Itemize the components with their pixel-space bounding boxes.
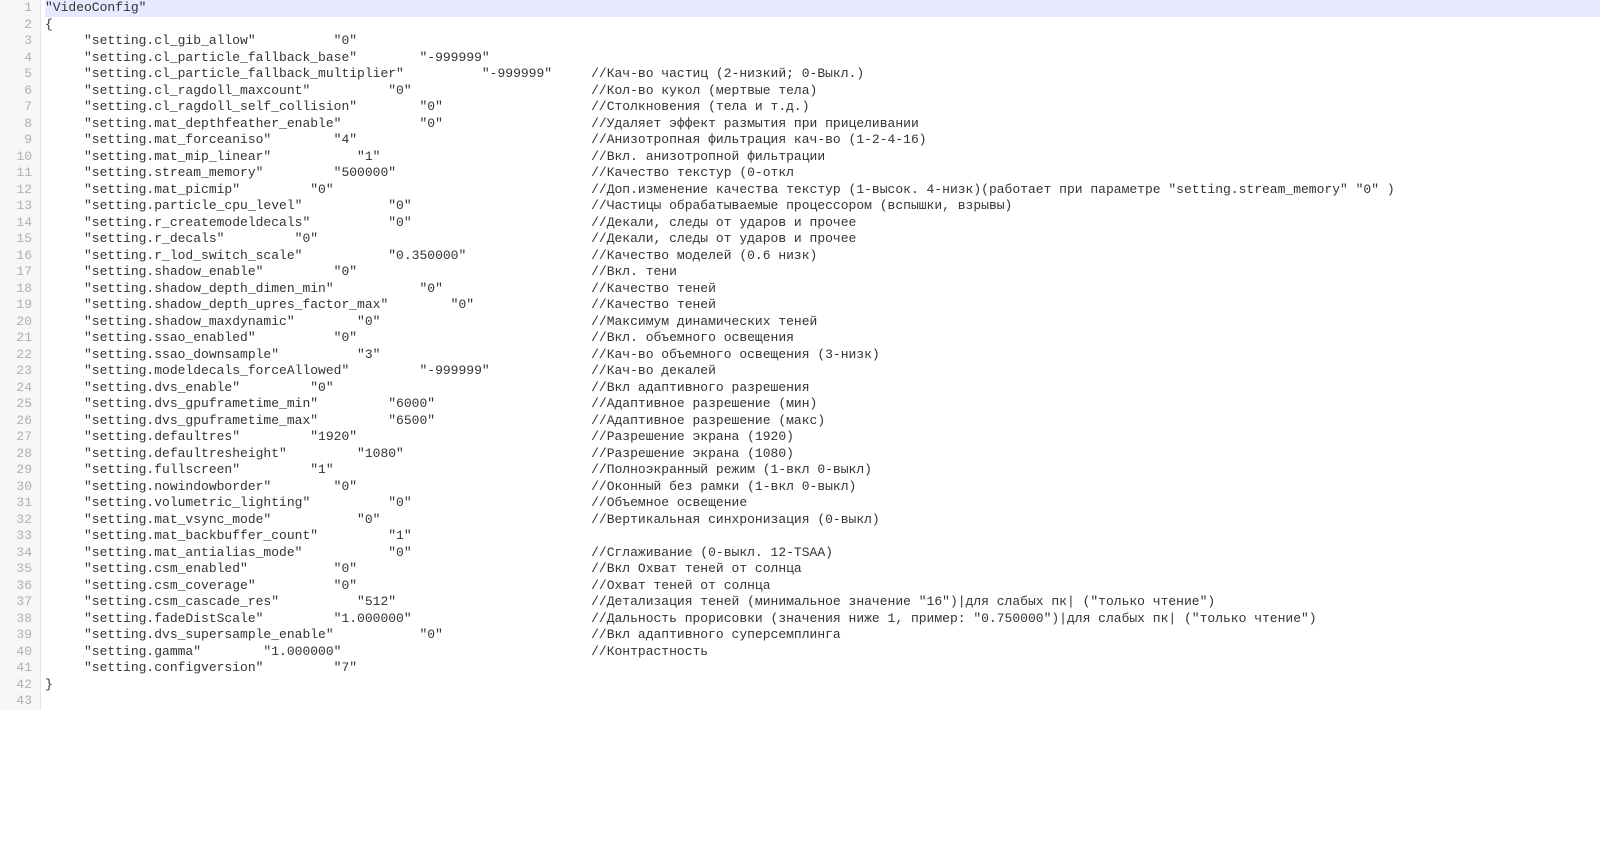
code-line[interactable]: "setting.dvs_gpuframetime_min" "6000" //… [45, 396, 1600, 413]
code-line[interactable]: "setting.gamma" "1.000000" //Контрастнос… [45, 644, 1600, 661]
code-editor[interactable]: 1234567891011121314151617181920212223242… [0, 0, 1600, 710]
line-number: 24 [4, 380, 32, 397]
line-number: 20 [4, 314, 32, 331]
line-number: 33 [4, 528, 32, 545]
code-line[interactable]: "setting.cl_gib_allow" "0" [45, 33, 1600, 50]
line-number: 37 [4, 594, 32, 611]
line-number: 11 [4, 165, 32, 182]
code-line[interactable] [45, 693, 1600, 710]
line-number: 15 [4, 231, 32, 248]
line-number: 25 [4, 396, 32, 413]
code-line[interactable]: "setting.csm_cascade_res" "512" //Детали… [45, 594, 1600, 611]
code-line[interactable]: "setting.shadow_enable" "0" //Вкл. тени [45, 264, 1600, 281]
line-number: 3 [4, 33, 32, 50]
code-line[interactable]: "setting.fadeDistScale" "1.000000" //Дал… [45, 611, 1600, 628]
code-line[interactable]: "setting.r_decals" "0" //Декали, следы о… [45, 231, 1600, 248]
line-number: 8 [4, 116, 32, 133]
code-line[interactable]: "setting.ssao_downsample" "3" //Кач-во о… [45, 347, 1600, 364]
code-line[interactable]: "setting.particle_cpu_level" "0" //Части… [45, 198, 1600, 215]
line-number: 34 [4, 545, 32, 562]
code-line[interactable]: "setting.shadow_depth_dimen_min" "0" //К… [45, 281, 1600, 298]
line-number: 42 [4, 677, 32, 694]
line-number: 43 [4, 693, 32, 710]
code-line[interactable]: "setting.fullscreen" "1" //Полноэкранный… [45, 462, 1600, 479]
code-line[interactable]: "setting.cl_ragdoll_self_collision" "0" … [45, 99, 1600, 116]
code-line[interactable]: "setting.defaultresheight" "1080" //Разр… [45, 446, 1600, 463]
code-line[interactable]: "setting.ssao_enabled" "0" //Вкл. объемн… [45, 330, 1600, 347]
code-line[interactable]: "setting.mat_vsync_mode" "0" //Вертикаль… [45, 512, 1600, 529]
line-number: 1 [4, 0, 32, 17]
line-number: 4 [4, 50, 32, 67]
code-line[interactable]: "setting.cl_particle_fallback_base" "-99… [45, 50, 1600, 67]
code-line[interactable]: "setting.mat_backbuffer_count" "1" [45, 528, 1600, 545]
code-line[interactable]: "setting.dvs_supersample_enable" "0" //В… [45, 627, 1600, 644]
code-line[interactable]: "VideoConfig" [45, 0, 1600, 17]
code-line[interactable]: "setting.dvs_gpuframetime_max" "6500" //… [45, 413, 1600, 430]
code-line[interactable]: "setting.configversion" "7" [45, 660, 1600, 677]
code-line[interactable]: "setting.cl_ragdoll_maxcount" "0" //Кол-… [45, 83, 1600, 100]
line-number: 21 [4, 330, 32, 347]
code-line[interactable]: "setting.mat_antialias_mode" "0" //Сглаж… [45, 545, 1600, 562]
code-line[interactable]: "setting.cl_particle_fallback_multiplier… [45, 66, 1600, 83]
code-line[interactable]: "setting.volumetric_lighting" "0" //Объе… [45, 495, 1600, 512]
line-number: 13 [4, 198, 32, 215]
line-number: 14 [4, 215, 32, 232]
line-number: 19 [4, 297, 32, 314]
code-line[interactable]: "setting.csm_coverage" "0" //Охват теней… [45, 578, 1600, 595]
code-line[interactable]: "setting.mat_picmip" "0" //Доп.изменение… [45, 182, 1600, 199]
line-number: 26 [4, 413, 32, 430]
code-line[interactable]: "setting.defaultres" "1920" //Разрешение… [45, 429, 1600, 446]
line-number: 29 [4, 462, 32, 479]
code-line[interactable]: "setting.mat_mip_linear" "1" //Вкл. аниз… [45, 149, 1600, 166]
line-number: 9 [4, 132, 32, 149]
code-line[interactable]: "setting.csm_enabled" "0" //Вкл Охват те… [45, 561, 1600, 578]
line-number: 39 [4, 627, 32, 644]
line-number: 22 [4, 347, 32, 364]
line-number: 30 [4, 479, 32, 496]
line-number: 6 [4, 83, 32, 100]
line-number: 35 [4, 561, 32, 578]
code-line[interactable]: "setting.modeldecals_forceAllowed" "-999… [45, 363, 1600, 380]
line-number: 7 [4, 99, 32, 116]
line-number: 5 [4, 66, 32, 83]
line-number: 28 [4, 446, 32, 463]
line-number: 40 [4, 644, 32, 661]
code-area[interactable]: "VideoConfig"{ "setting.cl_gib_allow" "0… [41, 0, 1600, 710]
line-number: 32 [4, 512, 32, 529]
code-line[interactable]: "setting.stream_memory" "500000" //Качес… [45, 165, 1600, 182]
code-line[interactable]: "setting.r_createmodeldecals" "0" //Дека… [45, 215, 1600, 232]
code-line[interactable]: } [45, 677, 1600, 694]
code-line[interactable]: "setting.dvs_enable" "0" //Вкл адаптивно… [45, 380, 1600, 397]
line-number: 23 [4, 363, 32, 380]
line-number: 2 [4, 17, 32, 34]
code-line[interactable]: "setting.shadow_maxdynamic" "0" //Максим… [45, 314, 1600, 331]
line-number: 18 [4, 281, 32, 298]
code-line[interactable]: "setting.mat_forceaniso" "4" //Анизотроп… [45, 132, 1600, 149]
line-number: 31 [4, 495, 32, 512]
line-number: 38 [4, 611, 32, 628]
line-number: 10 [4, 149, 32, 166]
code-line[interactable]: "setting.nowindowborder" "0" //Оконный б… [45, 479, 1600, 496]
line-number: 27 [4, 429, 32, 446]
line-number: 41 [4, 660, 32, 677]
line-number: 16 [4, 248, 32, 265]
line-number: 17 [4, 264, 32, 281]
line-number: 36 [4, 578, 32, 595]
line-number: 12 [4, 182, 32, 199]
code-line[interactable]: { [45, 17, 1600, 34]
code-line[interactable]: "setting.mat_depthfeather_enable" "0" //… [45, 116, 1600, 133]
line-number-gutter: 1234567891011121314151617181920212223242… [0, 0, 41, 710]
code-line[interactable]: "setting.r_lod_switch_scale" "0.350000" … [45, 248, 1600, 265]
code-line[interactable]: "setting.shadow_depth_upres_factor_max" … [45, 297, 1600, 314]
